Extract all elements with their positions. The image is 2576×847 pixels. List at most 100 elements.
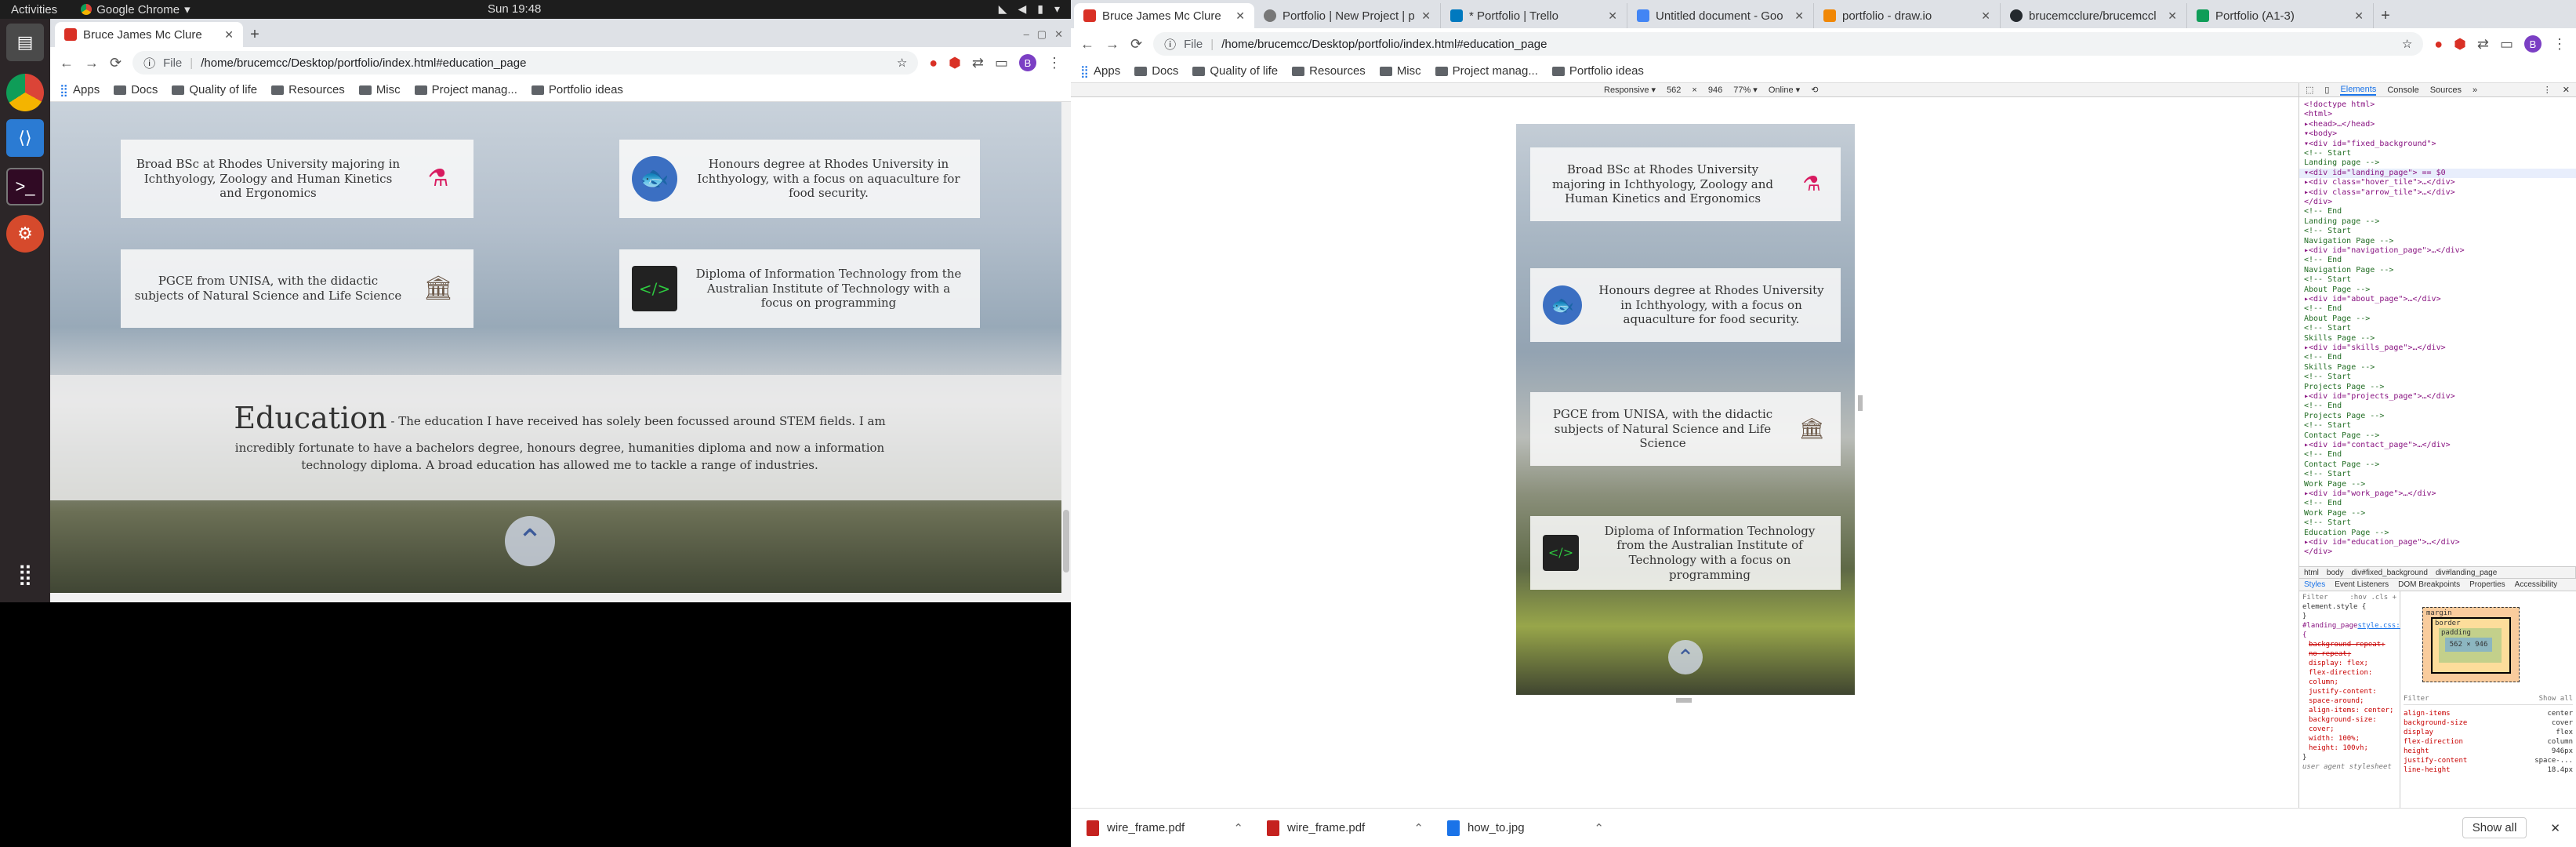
- show-all-checkbox[interactable]: Show all: [2539, 695, 2573, 703]
- bookmark-misc[interactable]: Misc: [1379, 64, 1421, 78]
- dom-node[interactable]: ▸<div id="skills_page">…</div>: [2299, 344, 2576, 353]
- computed-property[interactable]: flex-direction column: [2404, 737, 2573, 747]
- throttle-select[interactable]: Online ▾: [1769, 85, 1800, 95]
- dom-node[interactable]: <!doctype html>: [2299, 100, 2576, 110]
- tab-google-doc[interactable]: Untitled document - Goo ✕: [1627, 3, 1814, 28]
- resize-handle-bottom[interactable]: [1676, 698, 1692, 703]
- css-property[interactable]: align-items: center;: [2302, 706, 2396, 715]
- forward-icon[interactable]: →: [1105, 36, 1119, 53]
- dom-node[interactable]: <!-- Start: [2299, 275, 2576, 285]
- tab-trello[interactable]: * Portfolio | Trello ✕: [1441, 3, 1627, 28]
- education-card[interactable]: Broad BSc at Rhodes University majoring …: [1530, 147, 1841, 221]
- bookmark-project-management[interactable]: Project manag...: [414, 83, 517, 96]
- chevron-up-icon[interactable]: ⌃: [1594, 821, 1604, 835]
- computed-property[interactable]: line-height 18.4px: [2404, 765, 2573, 775]
- education-card[interactable]: 🐟 Honours degree at Rhodes University in …: [1530, 268, 1841, 342]
- tab-accessibility[interactable]: Accessibility: [2515, 580, 2557, 589]
- styles-filter-input[interactable]: Filter: [2302, 593, 2328, 602]
- menu-icon[interactable]: ⋮: [1047, 55, 1061, 71]
- dom-node[interactable]: <html>: [2299, 110, 2576, 119]
- bookmark-portfolio-ideas[interactable]: Portfolio ideas: [1551, 64, 1644, 78]
- breadcrumb-item[interactable]: div#landing_page: [2436, 569, 2497, 577]
- device-select[interactable]: Responsive ▾: [1604, 85, 1656, 95]
- close-icon[interactable]: ✕: [2563, 85, 2570, 95]
- close-icon[interactable]: ✕: [1794, 9, 1804, 23]
- system-tray[interactable]: ◣ ◀ ▮ ▾: [999, 2, 1060, 16]
- scroll-up-button[interactable]: ⌃: [505, 516, 555, 566]
- dom-node[interactable]: <!-- End: [2299, 402, 2576, 411]
- dom-node[interactable]: ▸<div id="navigation_page">…</div>: [2299, 246, 2576, 256]
- dom-node[interactable]: <!-- End: [2299, 450, 2576, 460]
- app-menu[interactable]: Google Chrome ▾: [81, 2, 190, 16]
- dom-tree[interactable]: <!doctype html> <html> ▸<head>…</head> ▾<bo…: [2298, 97, 2576, 566]
- tab-new-project[interactable]: Portfolio | New Project | p ✕: [1254, 3, 1441, 28]
- show-all-button[interactable]: Show all: [2462, 817, 2527, 838]
- adblock-icon[interactable]: ⬢: [2454, 36, 2466, 53]
- vscode-icon[interactable]: ⟨⟩: [6, 119, 44, 157]
- breadcrumb-item[interactable]: body: [2327, 569, 2344, 577]
- dom-node[interactable]: ▾<div id="fixed_background">: [2299, 140, 2576, 149]
- tab-event-listeners[interactable]: Event Listeners: [2335, 580, 2389, 589]
- dom-node[interactable]: <!-- End: [2299, 256, 2576, 265]
- dom-node[interactable]: Landing page -->: [2299, 217, 2576, 227]
- height-input[interactable]: 946: [1708, 85, 1722, 95]
- breadcrumb-item[interactable]: html: [2304, 569, 2319, 577]
- device-icon[interactable]: ▯: [2324, 85, 2329, 95]
- star-icon[interactable]: ☆: [897, 56, 907, 70]
- bookmark-project-management[interactable]: Project manag...: [1435, 64, 1538, 78]
- tab-sheets[interactable]: Portfolio (A1-3) ✕: [2187, 3, 2374, 28]
- download-item[interactable]: wire_frame.pdf ⌃: [1267, 820, 1424, 836]
- bookmark-apps[interactable]: ⣿ Apps: [60, 83, 100, 97]
- tab-sources[interactable]: Sources: [2430, 85, 2462, 95]
- minimize-icon[interactable]: –: [1024, 28, 1029, 41]
- extension-icon[interactable]: ⇄: [972, 55, 984, 71]
- terminal-icon[interactable]: >_: [6, 168, 44, 205]
- tab-styles[interactable]: Styles: [2304, 580, 2325, 589]
- education-card[interactable]: Broad BSc at Rhodes University majoring …: [121, 140, 473, 218]
- education-card[interactable]: </> Diploma of Information Technology fr…: [619, 249, 980, 328]
- close-window-icon[interactable]: ✕: [1054, 28, 1063, 41]
- chrome-icon[interactable]: [6, 74, 44, 111]
- dom-node[interactable]: ▸<div id="education_page">…</div>: [2299, 538, 2576, 547]
- dom-node[interactable]: </div>: [2299, 547, 2576, 557]
- dom-node[interactable]: <!-- Start: [2299, 470, 2576, 479]
- bookmark-docs[interactable]: Docs: [1134, 64, 1178, 78]
- bookmark-apps[interactable]: ⣿ Apps: [1080, 64, 1120, 78]
- dom-node[interactable]: <!-- End: [2299, 207, 2576, 216]
- close-icon[interactable]: ✕: [2550, 821, 2560, 835]
- dom-node[interactable]: Landing page -->: [2299, 158, 2576, 168]
- dom-node[interactable]: Education Page -->: [2299, 529, 2576, 538]
- close-icon[interactable]: ✕: [1235, 9, 1245, 23]
- activities-button[interactable]: Activities: [11, 3, 57, 16]
- bookmark-misc[interactable]: Misc: [358, 83, 401, 96]
- dom-node[interactable]: <!-- Start: [2299, 149, 2576, 158]
- extension-icon[interactable]: ▭: [995, 55, 1008, 71]
- breadcrumb-item[interactable]: div#fixed_background: [2352, 569, 2428, 577]
- settings-icon[interactable]: ⚙: [6, 215, 44, 253]
- css-property[interactable]: width: 100%;: [2302, 734, 2396, 743]
- dom-node[interactable]: About Page -->: [2299, 314, 2576, 324]
- education-card[interactable]: PGCE from UNISA, with the didactic subje…: [121, 249, 473, 328]
- dom-node[interactable]: ▸<div id="projects_page">…</div>: [2299, 392, 2576, 402]
- dom-node[interactable]: Navigation Page -->: [2299, 237, 2576, 246]
- forward-icon[interactable]: →: [85, 55, 99, 71]
- rotate-icon[interactable]: ⟲: [1811, 85, 1818, 95]
- dom-node[interactable]: ▸<head>…</head>: [2299, 120, 2576, 129]
- tab-dom-breakpoints[interactable]: DOM Breakpoints: [2398, 580, 2460, 589]
- dom-node[interactable]: Work Page -->: [2299, 480, 2576, 489]
- computed-property[interactable]: height 946px: [2404, 747, 2573, 756]
- tab-portfolio[interactable]: Bruce James Mc Clure ✕: [1074, 3, 1254, 28]
- vertical-scrollbar[interactable]: [1061, 102, 1071, 602]
- extension-icon[interactable]: ⇄: [2477, 36, 2489, 53]
- tab-drawio[interactable]: portfolio - draw.io ✕: [1814, 3, 2001, 28]
- address-bar[interactable]: ⓘ File | /home/brucemcc/Desktop/portfoli…: [1153, 32, 2424, 56]
- hov-cls-toggle[interactable]: :hov .cls +: [2349, 593, 2396, 602]
- dom-node[interactable]: <!-- Start: [2299, 373, 2576, 382]
- horizontal-scrollbar[interactable]: [50, 593, 1061, 602]
- clock[interactable]: Sun 19:48: [488, 2, 541, 16]
- dom-node[interactable]: </div>: [2299, 198, 2576, 207]
- dom-node[interactable]: <!-- Start: [2299, 324, 2576, 333]
- reload-icon[interactable]: ⟳: [110, 55, 122, 71]
- inspect-icon[interactable]: ⬚: [2306, 85, 2313, 95]
- bookmark-docs[interactable]: Docs: [114, 83, 158, 96]
